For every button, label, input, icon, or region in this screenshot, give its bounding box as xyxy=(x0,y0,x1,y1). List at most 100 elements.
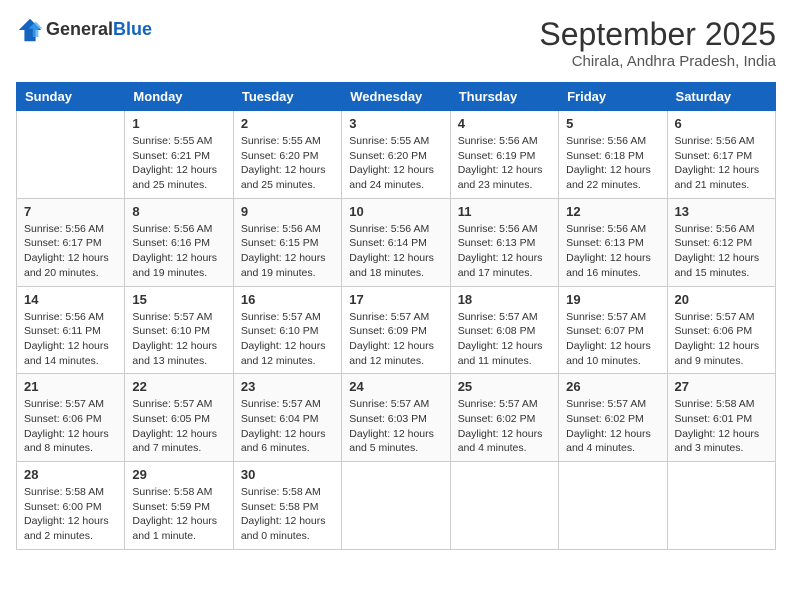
calendar-cell: 19Sunrise: 5:57 AM Sunset: 6:07 PM Dayli… xyxy=(559,286,667,374)
col-wednesday: Wednesday xyxy=(342,83,450,111)
calendar-cell: 7 Sunrise: 5:56 AM Sunset: 6:17 PM Daylig… xyxy=(17,198,125,286)
day-info: Sunrise: 5:56 AM Sunset: 6:17 PM Dayligh… xyxy=(675,134,768,193)
day-info: Sunrise: 5:57 AM Sunset: 6:05 PM Dayligh… xyxy=(132,397,225,456)
day-number: 22 xyxy=(132,379,225,394)
day-number: 20 xyxy=(675,292,768,307)
day-info: Sunrise: 5:57 AM Sunset: 6:08 PM Dayligh… xyxy=(458,310,551,369)
day-info: Sunrise: 5:58 AM Sunset: 5:58 PM Dayligh… xyxy=(241,485,334,544)
day-number: 1 xyxy=(132,116,225,131)
day-info: Sunrise: 5:56 AM Sunset: 6:15 PM Dayligh… xyxy=(241,222,334,281)
day-number: 30 xyxy=(241,467,334,482)
day-number: 28 xyxy=(24,467,117,482)
day-number: 13 xyxy=(675,204,768,219)
calendar-cell: 18 Sunrise: 5:57 AM Sunset: 6:08 PM Dayli… xyxy=(450,286,558,374)
logo: GeneralBlue xyxy=(16,16,152,44)
calendar-cell: 30 Sunrise: 5:58 AM Sunset: 5:58 PM Dayli… xyxy=(233,462,341,550)
calendar-cell: 21Sunrise: 5:57 AM Sunset: 6:06 PM Dayli… xyxy=(17,374,125,462)
day-info: Sunrise: 5:55 AM Sunset: 6:21 PM Dayligh… xyxy=(132,134,225,193)
calendar-week-5: 28 Sunrise: 5:58 AM Sunset: 6:00 PM Dayli… xyxy=(17,462,776,550)
calendar-cell: 16Sunrise: 5:57 AM Sunset: 6:10 PM Dayli… xyxy=(233,286,341,374)
col-thursday: Thursday xyxy=(450,83,558,111)
day-number: 7 xyxy=(24,204,117,219)
day-number: 27 xyxy=(675,379,768,394)
col-sunday: Sunday xyxy=(17,83,125,111)
calendar-week-2: 7 Sunrise: 5:56 AM Sunset: 6:17 PM Daylig… xyxy=(17,198,776,286)
calendar-header-row: Sunday Monday Tuesday Wednesday Thursday… xyxy=(17,83,776,111)
day-info: Sunrise: 5:57 AM Sunset: 6:06 PM Dayligh… xyxy=(24,397,117,456)
calendar-cell: 27 Sunrise: 5:58 AM Sunset: 6:01 PM Dayli… xyxy=(667,374,775,462)
day-info: Sunrise: 5:57 AM Sunset: 6:02 PM Dayligh… xyxy=(566,397,659,456)
day-number: 5 xyxy=(566,116,659,131)
logo-blue-text: Blue xyxy=(113,19,152,39)
day-info: Sunrise: 5:56 AM Sunset: 6:13 PM Dayligh… xyxy=(458,222,551,281)
calendar-cell: 6 Sunrise: 5:56 AM Sunset: 6:17 PM Daylig… xyxy=(667,111,775,199)
day-number: 6 xyxy=(675,116,768,131)
calendar-cell xyxy=(17,111,125,199)
day-info: Sunrise: 5:56 AM Sunset: 6:12 PM Dayligh… xyxy=(675,222,768,281)
day-number: 11 xyxy=(458,204,551,219)
day-number: 25 xyxy=(458,379,551,394)
calendar-cell: 11 Sunrise: 5:56 AM Sunset: 6:13 PM Dayli… xyxy=(450,198,558,286)
day-number: 17 xyxy=(349,292,442,307)
day-info: Sunrise: 5:58 AM Sunset: 6:00 PM Dayligh… xyxy=(24,485,117,544)
calendar-cell: 1 Sunrise: 5:55 AM Sunset: 6:21 PM Daylig… xyxy=(125,111,233,199)
day-info: Sunrise: 5:56 AM Sunset: 6:17 PM Dayligh… xyxy=(24,222,117,281)
day-info: Sunrise: 5:56 AM Sunset: 6:11 PM Dayligh… xyxy=(24,310,117,369)
day-number: 15 xyxy=(132,292,225,307)
day-number: 2 xyxy=(241,116,334,131)
day-info: Sunrise: 5:57 AM Sunset: 6:02 PM Dayligh… xyxy=(458,397,551,456)
calendar-week-4: 21Sunrise: 5:57 AM Sunset: 6:06 PM Dayli… xyxy=(17,374,776,462)
day-number: 16 xyxy=(241,292,334,307)
day-number: 26 xyxy=(566,379,659,394)
calendar-cell: 2 Sunrise: 5:55 AM Sunset: 6:20 PM Daylig… xyxy=(233,111,341,199)
col-friday: Friday xyxy=(559,83,667,111)
day-number: 12 xyxy=(566,204,659,219)
day-info: Sunrise: 5:57 AM Sunset: 6:07 PM Dayligh… xyxy=(566,310,659,369)
calendar-cell: 9Sunrise: 5:56 AM Sunset: 6:15 PM Daylig… xyxy=(233,198,341,286)
calendar-cell xyxy=(342,462,450,550)
day-info: Sunrise: 5:58 AM Sunset: 5:59 PM Dayligh… xyxy=(132,485,225,544)
day-number: 24 xyxy=(349,379,442,394)
calendar-cell: 22 Sunrise: 5:57 AM Sunset: 6:05 PM Dayli… xyxy=(125,374,233,462)
day-info: Sunrise: 5:57 AM Sunset: 6:04 PM Dayligh… xyxy=(241,397,334,456)
calendar-cell xyxy=(450,462,558,550)
calendar-cell: 13 Sunrise: 5:56 AM Sunset: 6:12 PM Dayli… xyxy=(667,198,775,286)
calendar-cell: 25 Sunrise: 5:57 AM Sunset: 6:02 PM Dayli… xyxy=(450,374,558,462)
calendar-cell: 24 Sunrise: 5:57 AM Sunset: 6:03 PM Dayli… xyxy=(342,374,450,462)
day-number: 3 xyxy=(349,116,442,131)
month-title: September 2025 xyxy=(539,16,776,53)
calendar-cell: 23Sunrise: 5:57 AM Sunset: 6:04 PM Dayli… xyxy=(233,374,341,462)
day-info: Sunrise: 5:57 AM Sunset: 6:03 PM Dayligh… xyxy=(349,397,442,456)
calendar-cell: 26 Sunrise: 5:57 AM Sunset: 6:02 PM Dayli… xyxy=(559,374,667,462)
calendar-cell: 15 Sunrise: 5:57 AM Sunset: 6:10 PM Dayli… xyxy=(125,286,233,374)
calendar-cell: 12 Sunrise: 5:56 AM Sunset: 6:13 PM Dayli… xyxy=(559,198,667,286)
day-number: 14 xyxy=(24,292,117,307)
day-info: Sunrise: 5:55 AM Sunset: 6:20 PM Dayligh… xyxy=(241,134,334,193)
calendar-cell: 14 Sunrise: 5:56 AM Sunset: 6:11 PM Dayli… xyxy=(17,286,125,374)
logo-general-text: General xyxy=(46,19,113,39)
calendar-cell: 29 Sunrise: 5:58 AM Sunset: 5:59 PM Dayli… xyxy=(125,462,233,550)
day-number: 10 xyxy=(349,204,442,219)
calendar-week-1: 1 Sunrise: 5:55 AM Sunset: 6:21 PM Daylig… xyxy=(17,111,776,199)
calendar-cell: 20Sunrise: 5:57 AM Sunset: 6:06 PM Dayli… xyxy=(667,286,775,374)
calendar-cell: 4Sunrise: 5:56 AM Sunset: 6:19 PM Daylig… xyxy=(450,111,558,199)
col-monday: Monday xyxy=(125,83,233,111)
calendar-cell: 3Sunrise: 5:55 AM Sunset: 6:20 PM Daylig… xyxy=(342,111,450,199)
day-number: 18 xyxy=(458,292,551,307)
calendar-week-3: 14 Sunrise: 5:56 AM Sunset: 6:11 PM Dayli… xyxy=(17,286,776,374)
day-info: Sunrise: 5:56 AM Sunset: 6:19 PM Dayligh… xyxy=(458,134,551,193)
calendar-cell: 8Sunrise: 5:56 AM Sunset: 6:16 PM Daylig… xyxy=(125,198,233,286)
day-number: 8 xyxy=(132,204,225,219)
location-text: Chirala, Andhra Pradesh, India xyxy=(539,53,776,70)
day-number: 29 xyxy=(132,467,225,482)
calendar-cell: 17Sunrise: 5:57 AM Sunset: 6:09 PM Dayli… xyxy=(342,286,450,374)
day-info: Sunrise: 5:58 AM Sunset: 6:01 PM Dayligh… xyxy=(675,397,768,456)
logo-icon xyxy=(16,16,44,44)
calendar-cell xyxy=(559,462,667,550)
calendar-cell: 10 Sunrise: 5:56 AM Sunset: 6:14 PM Dayli… xyxy=(342,198,450,286)
title-block: September 2025 Chirala, Andhra Pradesh, … xyxy=(539,16,776,70)
day-info: Sunrise: 5:57 AM Sunset: 6:10 PM Dayligh… xyxy=(132,310,225,369)
day-info: Sunrise: 5:56 AM Sunset: 6:14 PM Dayligh… xyxy=(349,222,442,281)
day-info: Sunrise: 5:56 AM Sunset: 6:13 PM Dayligh… xyxy=(566,222,659,281)
col-tuesday: Tuesday xyxy=(233,83,341,111)
